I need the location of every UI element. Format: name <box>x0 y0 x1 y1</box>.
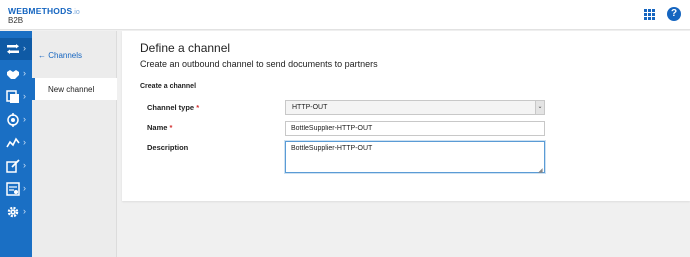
target-icon <box>7 113 19 127</box>
channels-icon <box>7 44 19 54</box>
description-label: Description <box>147 143 189 152</box>
name-label-text: Name <box>147 123 168 132</box>
page-subtitle: Create an outbound channel to send docum… <box>140 59 378 69</box>
channel-type-label-text: Channel type <box>147 103 195 112</box>
handshake-icon <box>7 70 19 79</box>
page-title: Define a channel <box>140 41 231 55</box>
subnav-item-label: New channel <box>48 85 95 94</box>
back-to-channels-link[interactable]: ← Channels <box>38 51 82 60</box>
chevron-right-icon: › <box>23 114 26 124</box>
rail-item-reports[interactable]: › <box>0 178 32 200</box>
apps-grid-icon[interactable] <box>644 9 655 20</box>
name-input[interactable] <box>285 121 545 136</box>
left-rail: › › › › › › › › <box>0 31 32 257</box>
section-heading: Create a channel <box>140 83 197 90</box>
description-textarea[interactable]: BottleSupplier-HTTP-OUT <box>285 141 545 173</box>
required-mark: * <box>196 103 200 112</box>
dropdown-arrow-icon: ⌄ <box>535 101 544 114</box>
rail-item-partners[interactable]: › <box>0 63 32 85</box>
chevron-right-icon: › <box>23 68 26 78</box>
chevron-right-icon: › <box>23 43 26 53</box>
required-mark: * <box>169 123 173 132</box>
resize-handle-icon[interactable]: ◢ <box>538 167 543 174</box>
settings-icon <box>7 206 19 218</box>
rail-item-processing[interactable]: › <box>0 109 32 131</box>
channel-type-select[interactable]: HTTP-OUT ⌄ <box>285 100 545 115</box>
brand-suffix: .io <box>72 9 80 16</box>
rail-item-analytics[interactable]: › <box>0 132 32 154</box>
documents-icon <box>6 90 19 103</box>
chevron-right-icon: › <box>23 137 26 147</box>
rail-item-edit[interactable]: › <box>0 155 32 177</box>
channel-form-card: Define a channel Create an outbound chan… <box>122 31 690 201</box>
subnav-item-new-channel[interactable]: New channel <box>32 78 117 100</box>
report-icon <box>6 182 20 196</box>
name-label: Name * <box>147 123 172 132</box>
rail-item-settings[interactable]: › <box>0 201 32 223</box>
channel-type-label: Channel type * <box>147 103 199 112</box>
brand-name: WEBMETHODS <box>8 6 73 16</box>
rail-item-documents[interactable]: › <box>0 86 32 108</box>
chevron-right-icon: › <box>23 183 26 193</box>
secondary-sidebar: ← Channels New channel <box>32 31 117 257</box>
rail-item-channels[interactable]: › <box>0 38 32 60</box>
channel-type-value: HTTP-OUT <box>292 104 328 111</box>
analytics-icon <box>6 137 20 148</box>
chevron-right-icon: › <box>23 206 26 216</box>
app-header: WEBMETHODS.io B2B ? <box>0 0 690 30</box>
product-name: B2B <box>8 16 24 25</box>
help-icon[interactable]: ? <box>667 7 681 21</box>
chevron-right-icon: › <box>23 160 26 170</box>
edit-icon <box>6 159 20 173</box>
chevron-right-icon: › <box>23 91 26 101</box>
